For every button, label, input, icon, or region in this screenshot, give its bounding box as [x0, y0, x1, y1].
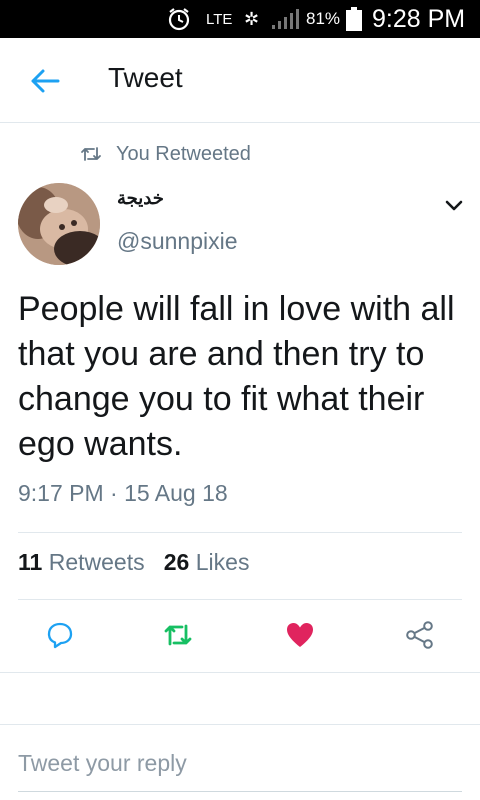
battery-icon — [345, 0, 363, 38]
author-name[interactable]: خديجة — [117, 188, 164, 209]
likes-stat[interactable]: 26 Likes — [164, 549, 250, 575]
author-handle[interactable]: @sunnpixie — [117, 228, 238, 255]
tweet-text: People will fall in love with all that y… — [18, 290, 455, 463]
heart-icon[interactable] — [285, 620, 315, 650]
retweet-indicator: You Retweeted — [80, 140, 251, 168]
divider — [18, 532, 462, 533]
signal-icon — [270, 0, 300, 38]
retweet-small-icon — [81, 147, 101, 161]
divider — [18, 599, 462, 600]
clock: 9:28 PM — [372, 4, 466, 33]
data-activity-icon: ✲ — [244, 8, 260, 29]
retweets-label: Retweets — [48, 549, 145, 575]
share-icon[interactable] — [405, 620, 435, 650]
status-bar: LTE ✲ 81% 9:28 PM — [0, 0, 480, 38]
chevron-down-icon[interactable] — [442, 197, 466, 215]
alarm-icon — [166, 0, 192, 38]
retweet-icon[interactable] — [163, 620, 193, 650]
reply-input[interactable] — [18, 750, 458, 777]
avatar[interactable] — [18, 183, 100, 265]
retweets-count: 11 — [18, 549, 43, 575]
likes-label: Likes — [195, 549, 250, 575]
likes-count: 26 — [163, 549, 190, 575]
back-arrow-icon[interactable] — [28, 64, 62, 98]
app-header: Tweet — [0, 38, 480, 123]
reply-underline — [18, 791, 462, 792]
tweet-stats: 11 Retweets 26 Likes — [18, 549, 249, 576]
divider — [0, 724, 480, 725]
retweet-label: You Retweeted — [116, 142, 251, 165]
page-title: Tweet — [108, 62, 183, 93]
divider — [0, 672, 480, 673]
network-label: LTE — [206, 10, 233, 28]
retweets-stat[interactable]: 11 Retweets — [18, 549, 145, 575]
reply-icon[interactable] — [45, 620, 75, 650]
tweet-timestamp: 9:17 PM · 15 Aug 18 — [18, 480, 228, 506]
battery-percentage: 81% — [306, 9, 341, 28]
